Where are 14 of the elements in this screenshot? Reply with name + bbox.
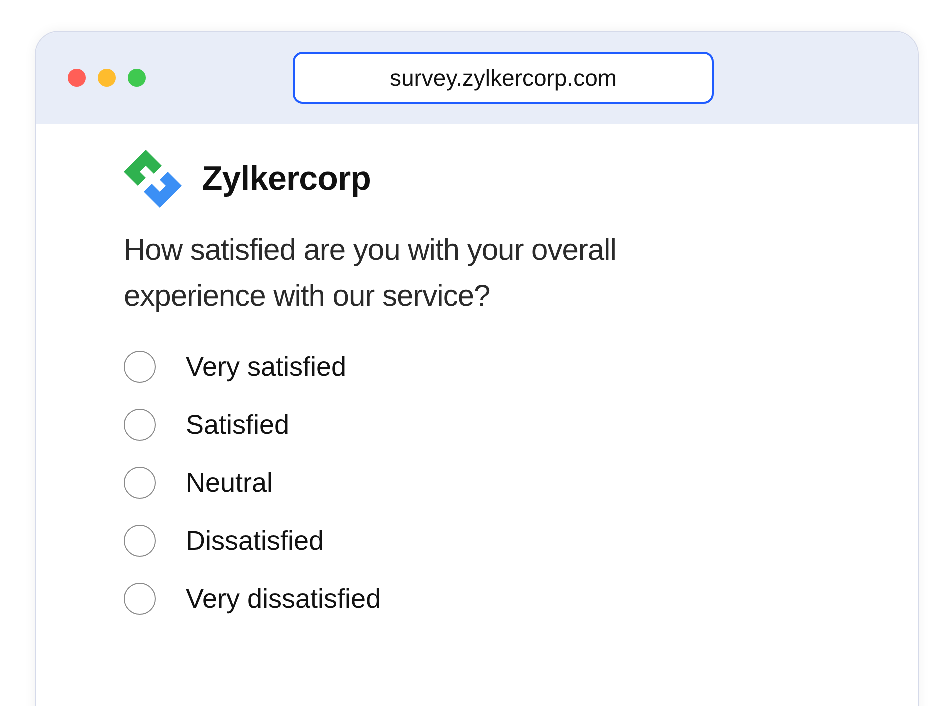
radio-button[interactable]: [124, 525, 156, 557]
radio-button[interactable]: [124, 467, 156, 499]
radio-button[interactable]: [124, 583, 156, 615]
logo-icon: [124, 150, 182, 208]
survey-question: How satisfied are you with your overall experience with our service?: [124, 233, 618, 315]
option-label: Neutral: [186, 466, 274, 500]
option-label: Satisfied: [186, 408, 290, 442]
option-label: Very dissatisfied: [186, 582, 382, 616]
option-label: Dissatisfied: [186, 524, 324, 558]
radio-button[interactable]: [124, 409, 156, 441]
brand-name: Zylkercorp: [202, 158, 371, 200]
option-label: Very satisfied: [186, 350, 347, 384]
address-field[interactable]: survey.zylkercorp.com: [293, 52, 714, 104]
radio-button[interactable]: [124, 351, 156, 383]
